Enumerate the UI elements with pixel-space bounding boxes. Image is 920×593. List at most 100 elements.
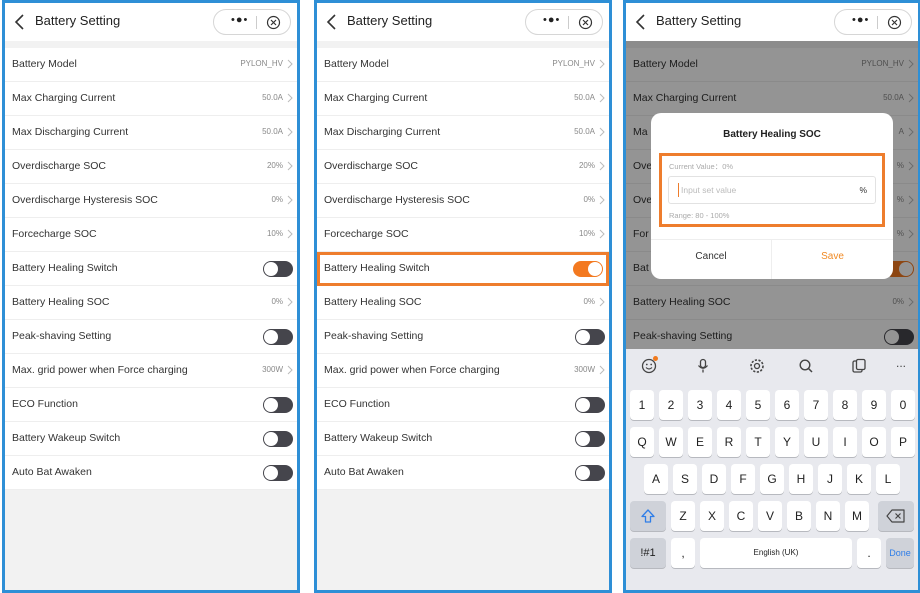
key-t[interactable]: T: [746, 427, 770, 457]
row-label: Peak-shaving Setting: [12, 330, 112, 342]
key-n[interactable]: N: [816, 501, 840, 531]
key-8[interactable]: 8: [833, 390, 857, 420]
emoji-icon[interactable]: [640, 356, 658, 375]
battery-wakeup-toggle[interactable]: [575, 431, 605, 447]
key-6[interactable]: 6: [775, 390, 799, 420]
row-max-discharging-current[interactable]: Max Discharging Current 50.0A: [5, 116, 297, 150]
capsule-divider: [568, 16, 569, 29]
row-forcecharge-soc[interactable]: Forcecharge SOC 10%: [5, 218, 297, 252]
key-d[interactable]: D: [702, 464, 726, 494]
search-icon[interactable]: [797, 357, 815, 375]
panel-healing-soc-dialog: Battery Setting •●• Battery Model PYLON_H…: [623, 0, 920, 593]
row-auto-bat-awaken: Auto Bat Awaken: [5, 456, 297, 490]
key-0[interactable]: 0: [891, 390, 915, 420]
chevron-right-icon: [599, 297, 605, 307]
cancel-button[interactable]: Cancel: [651, 240, 772, 279]
row-overdischarge-soc[interactable]: Overdischarge SOC 20%: [5, 150, 297, 184]
row-battery-model[interactable]: Battery Model PYLON_HV: [5, 48, 297, 82]
row-max-grid-power[interactable]: Max. grid power when Force charging 300W: [317, 354, 609, 388]
clipboard-icon[interactable]: [850, 357, 868, 375]
back-arrow-icon[interactable]: [13, 13, 27, 31]
set-value-input[interactable]: Input set value %: [668, 176, 876, 204]
close-icon[interactable]: [887, 15, 902, 30]
backspace-key[interactable]: [878, 501, 914, 531]
key-c[interactable]: C: [729, 501, 753, 531]
close-icon[interactable]: [266, 15, 281, 30]
save-button[interactable]: Save: [772, 240, 893, 279]
back-arrow-icon[interactable]: [634, 13, 648, 31]
key-9[interactable]: 9: [862, 390, 886, 420]
row-battery-model[interactable]: Battery Model PYLON_HV: [317, 48, 609, 82]
key-v[interactable]: V: [758, 501, 782, 531]
row-max-discharging-current[interactable]: Max Discharging Current 50.0A: [317, 116, 609, 150]
comma-key[interactable]: ,: [671, 538, 695, 568]
auto-bat-awaken-toggle[interactable]: [263, 465, 293, 481]
row-battery-healing-soc[interactable]: Battery Healing SOC 0%: [317, 286, 609, 320]
row-overdischarge-soc[interactable]: Overdischarge SOC 20%: [317, 150, 609, 184]
soft-keyboard: ... 1 2 3 4 5 6 7 8 9 0 Q W E R T Y U I …: [626, 349, 918, 590]
key-1[interactable]: 1: [630, 390, 654, 420]
key-y[interactable]: Y: [775, 427, 799, 457]
auto-bat-awaken-toggle[interactable]: [575, 465, 605, 481]
space-key[interactable]: English (UK): [700, 538, 852, 568]
row-max-grid-power[interactable]: Max. grid power when Force charging 300W: [5, 354, 297, 388]
key-h[interactable]: H: [789, 464, 813, 494]
done-key[interactable]: Done: [886, 538, 914, 568]
row-max-charging-current[interactable]: Max Charging Current 50.0A: [317, 82, 609, 116]
key-p[interactable]: P: [891, 427, 915, 457]
period-key[interactable]: .: [857, 538, 881, 568]
key-4[interactable]: 4: [717, 390, 741, 420]
key-x[interactable]: X: [700, 501, 724, 531]
shift-key[interactable]: [630, 501, 666, 531]
eco-function-toggle[interactable]: [575, 397, 605, 413]
microphone-icon[interactable]: [694, 357, 712, 375]
row-overdischarge-hysteresis-soc[interactable]: Overdischarge Hysteresis SOC 0%: [5, 184, 297, 218]
row-overdischarge-hysteresis-soc[interactable]: Overdischarge Hysteresis SOC 0%: [317, 184, 609, 218]
chevron-right-icon: [287, 365, 293, 375]
row-battery-wakeup-switch: Battery Wakeup Switch: [5, 422, 297, 456]
key-f[interactable]: F: [731, 464, 755, 494]
eco-function-toggle[interactable]: [263, 397, 293, 413]
percent-unit: %: [859, 185, 867, 195]
key-7[interactable]: 7: [804, 390, 828, 420]
shift-icon: [641, 509, 655, 523]
key-q[interactable]: Q: [630, 427, 654, 457]
peak-shaving-toggle[interactable]: [575, 329, 605, 345]
key-s[interactable]: S: [673, 464, 697, 494]
key-u[interactable]: U: [804, 427, 828, 457]
key-e[interactable]: E: [688, 427, 712, 457]
key-w[interactable]: W: [659, 427, 683, 457]
key-o[interactable]: O: [862, 427, 886, 457]
row-label: Battery Healing SOC: [12, 296, 110, 308]
battery-wakeup-toggle[interactable]: [263, 431, 293, 447]
battery-healing-toggle[interactable]: [263, 261, 293, 277]
row-value: 20%: [578, 161, 595, 170]
key-m[interactable]: M: [845, 501, 869, 531]
key-z[interactable]: Z: [671, 501, 695, 531]
key-b[interactable]: B: [787, 501, 811, 531]
key-i[interactable]: I: [833, 427, 857, 457]
range-hint: Range: 80 - 100%: [669, 211, 730, 220]
key-2[interactable]: 2: [659, 390, 683, 420]
key-5[interactable]: 5: [746, 390, 770, 420]
key-r[interactable]: R: [717, 427, 741, 457]
row-max-charging-current[interactable]: Max Charging Current 50.0A: [5, 82, 297, 116]
peak-shaving-toggle[interactable]: [263, 329, 293, 345]
key-j[interactable]: J: [818, 464, 842, 494]
key-l[interactable]: L: [876, 464, 900, 494]
key-g[interactable]: G: [760, 464, 784, 494]
symbols-key[interactable]: !#1: [630, 538, 666, 568]
more-icon[interactable]: •●•: [543, 14, 560, 26]
battery-healing-toggle[interactable]: [573, 261, 603, 277]
back-arrow-icon[interactable]: [325, 13, 339, 31]
more-icon[interactable]: •●•: [852, 14, 869, 26]
row-forcecharge-soc[interactable]: Forcecharge SOC 10%: [317, 218, 609, 252]
key-3[interactable]: 3: [688, 390, 712, 420]
more-icon[interactable]: •●•: [231, 14, 248, 26]
key-a[interactable]: A: [644, 464, 668, 494]
close-icon[interactable]: [578, 15, 593, 30]
settings-icon[interactable]: [748, 357, 766, 375]
key-k[interactable]: K: [847, 464, 871, 494]
row-battery-healing-soc[interactable]: Battery Healing SOC 0%: [5, 286, 297, 320]
more-icon[interactable]: ...: [896, 357, 914, 375]
